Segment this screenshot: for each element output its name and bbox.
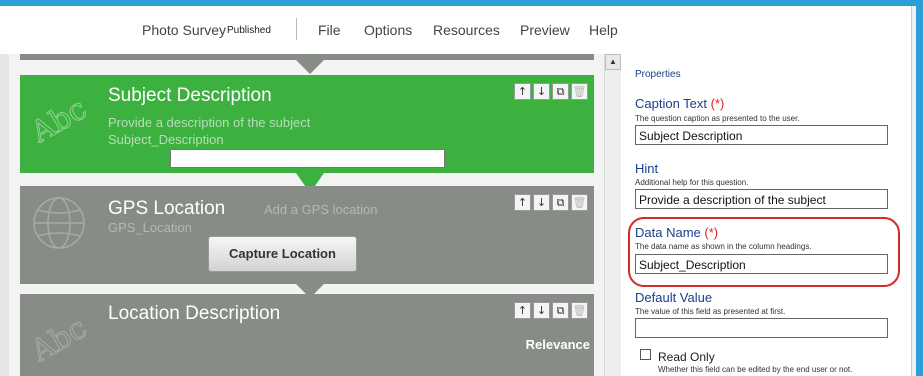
move-down-icon[interactable]: ↓ xyxy=(533,302,550,319)
abc-text-icon: Abc xyxy=(28,310,90,362)
relevance-badge: Relevance xyxy=(525,337,590,352)
question-list: Abc Subject Description Provide a descri… xyxy=(9,54,604,376)
default-value-label: Default Value xyxy=(635,290,713,305)
move-down-icon[interactable]: ↓ xyxy=(533,194,550,211)
menu-bar: Photo Survey Published File Options Reso… xyxy=(0,6,911,54)
question-toolbar: ↑ ↓ ⧉ 🗑 xyxy=(514,302,588,319)
data-name-input[interactable]: Subject_Description xyxy=(635,254,888,274)
menu-resources[interactable]: Resources xyxy=(433,22,500,38)
answer-textbox-preview xyxy=(170,149,445,168)
copy-icon[interactable]: ⧉ xyxy=(552,194,569,211)
svg-text:Abc: Abc xyxy=(28,310,90,362)
read-only-description: Whether this field can be edited by the … xyxy=(658,365,853,374)
app-window: Photo Survey Published File Options Reso… xyxy=(0,0,923,376)
window-frame-edge xyxy=(916,6,923,376)
caption-text-input[interactable]: Subject Description xyxy=(635,125,888,145)
globe-icon xyxy=(33,197,85,249)
caption-text-description: The question caption as presented to the… xyxy=(635,114,800,123)
abc-text-icon: Abc xyxy=(28,91,90,143)
question-hint: Provide a description of the subject xyxy=(108,115,311,130)
svg-text:Abc: Abc xyxy=(28,91,90,143)
menu-divider xyxy=(296,18,297,40)
delete-icon[interactable]: 🗑 xyxy=(571,302,588,319)
survey-title: Photo Survey xyxy=(142,22,227,38)
move-up-icon[interactable]: ↑ xyxy=(514,302,531,319)
data-name-label: Data Name (*) xyxy=(635,225,719,240)
menu-help[interactable]: Help xyxy=(589,22,618,38)
question-hint: Add a GPS location xyxy=(264,202,378,217)
default-value-input[interactable] xyxy=(635,318,888,338)
designer-scrollbar[interactable]: ▲ xyxy=(604,54,621,376)
hint-input[interactable]: Provide a description of the subject xyxy=(635,189,888,209)
delete-icon[interactable]: 🗑 xyxy=(571,194,588,211)
question-card-location-description[interactable]: Abc Location Description Relevance ↑ ↓ ⧉… xyxy=(20,294,594,376)
hint-label: Hint xyxy=(635,161,659,176)
question-data-name: GPS_Location xyxy=(108,220,192,235)
question-title: Location Description xyxy=(108,303,281,324)
capture-location-button[interactable]: Capture Location xyxy=(208,236,357,272)
question-toolbar: ↑ ↓ ⧉ 🗑 xyxy=(514,83,588,100)
question-data-name: Subject_Description xyxy=(108,132,224,147)
read-only-label: Read Only xyxy=(658,350,715,364)
copy-icon[interactable]: ⧉ xyxy=(552,302,569,319)
question-card-subject-description[interactable]: Abc Subject Description Provide a descri… xyxy=(20,75,594,173)
status-badge: Published xyxy=(227,25,271,36)
scroll-up-arrow-icon[interactable]: ▲ xyxy=(605,54,621,70)
question-toolbar: ↑ ↓ ⧉ 🗑 xyxy=(514,194,588,211)
caption-text-label: Caption Text (*) xyxy=(635,96,725,111)
menu-preview[interactable]: Preview xyxy=(520,22,570,38)
data-name-description: The data name as shown in the column hea… xyxy=(635,242,812,251)
default-value-description: The value of this field as presented at … xyxy=(635,307,786,316)
menu-options[interactable]: Options xyxy=(364,22,412,38)
copy-icon[interactable]: ⧉ xyxy=(552,83,569,100)
form-designer: Abc Subject Description Provide a descri… xyxy=(0,54,604,376)
question-title: GPS Location xyxy=(108,198,226,219)
move-up-icon[interactable]: ↑ xyxy=(514,194,531,211)
flow-arrow xyxy=(296,60,324,74)
hint-description: Additional help for this question. xyxy=(635,178,749,187)
move-up-icon[interactable]: ↑ xyxy=(514,83,531,100)
move-down-icon[interactable]: ↓ xyxy=(533,83,550,100)
properties-heading: Properties xyxy=(635,69,681,80)
properties-panel: Properties Caption Text (*) The question… xyxy=(621,54,911,376)
question-title: Subject Description xyxy=(108,85,272,106)
delete-icon[interactable]: 🗑 xyxy=(571,83,588,100)
menu-file[interactable]: File xyxy=(318,22,341,38)
read-only-checkbox[interactable] xyxy=(640,349,651,360)
